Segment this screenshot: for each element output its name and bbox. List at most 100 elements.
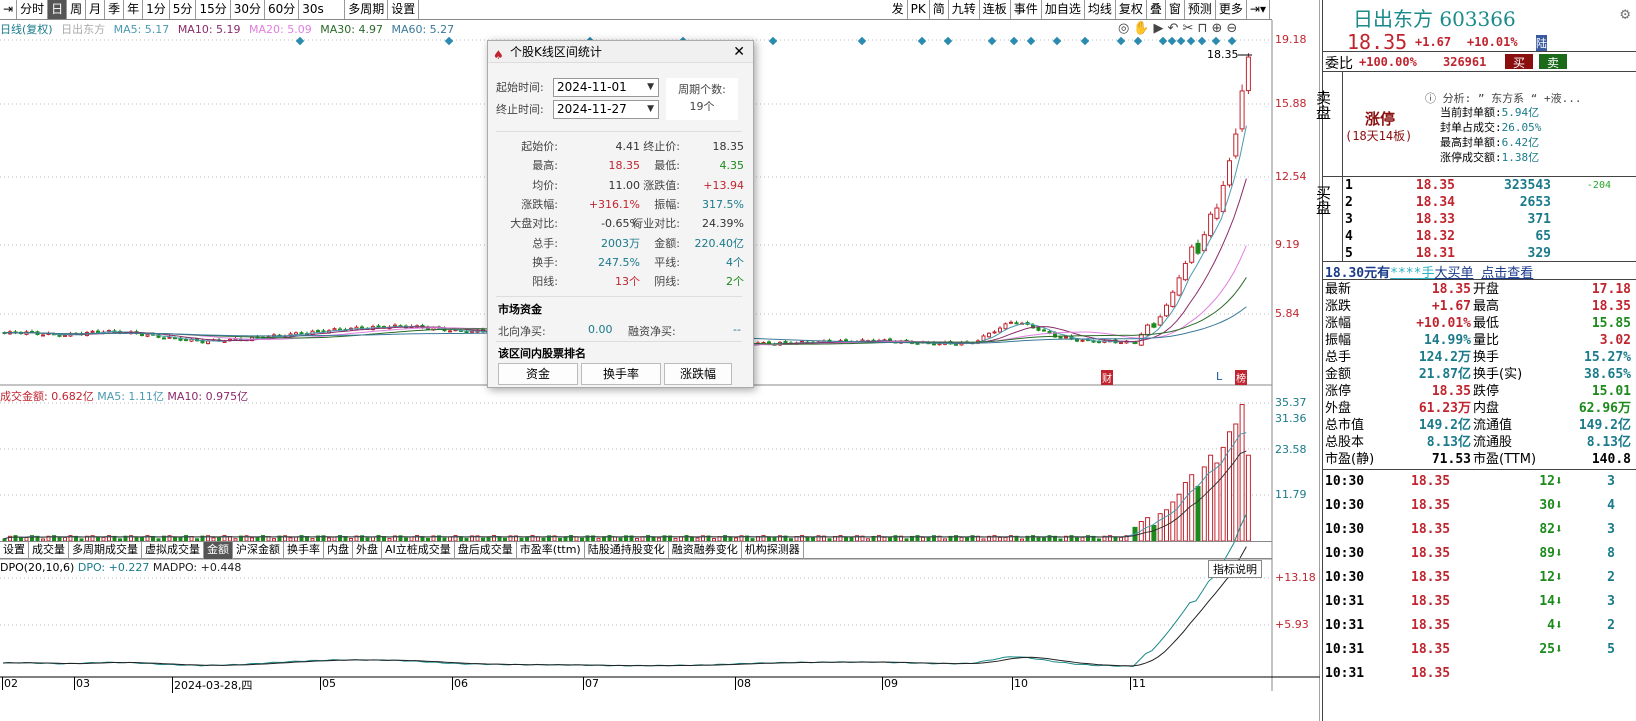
analysis-text[interactable]: ⓘ 分析: ” 东方系 “ +液...	[1425, 90, 1581, 106]
dpo-axis-label: +5.93	[1275, 618, 1309, 631]
rank-turnover-button[interactable]: 换手率	[581, 363, 661, 385]
date-tick: 03	[74, 677, 90, 690]
seal-label: 涨停成交额:	[1440, 151, 1502, 164]
bid-row[interactable]: 4 18.32 65	[1345, 228, 1635, 245]
down-arrow-icon: ⬇	[1555, 570, 1563, 585]
toolbar-button[interactable]: 发	[889, 0, 908, 19]
play-icon[interactable]: ▶	[1154, 21, 1168, 36]
quote-label: 涨跌	[1325, 299, 1352, 314]
target-icon[interactable]: ◎	[1118, 21, 1133, 36]
period-tab[interactable]: 季	[105, 0, 125, 19]
toolbar-button[interactable]: 连板	[980, 0, 1011, 19]
period-tab[interactable]: 1分	[143, 0, 170, 19]
indicator-tab[interactable]: 金额	[204, 542, 233, 559]
settings-gear-icon[interactable]: ⚙	[1620, 4, 1630, 23]
big-order-type: 大买单	[1434, 266, 1474, 281]
big-order-bar[interactable]: 18.30元有****手大买单 点击查看	[1323, 262, 1636, 281]
indicator-tab[interactable]: 机构探测器	[742, 542, 804, 559]
period-tab[interactable]: 15分	[196, 0, 231, 19]
period-tab[interactable]: 多周期	[345, 0, 389, 19]
dragon-tiger-marker[interactable]: 榜	[1235, 370, 1247, 385]
toolbar-button[interactable]: 更多	[1216, 0, 1247, 19]
period-tab[interactable]: 30分	[231, 0, 265, 19]
start-date-select[interactable]: 2024-11-01	[553, 78, 659, 97]
sell-button[interactable]: 卖	[1539, 54, 1567, 70]
event-marker-icon	[1186, 36, 1196, 46]
tick-price: 18.35	[1411, 642, 1451, 657]
indicator-tab[interactable]: 换手率	[284, 542, 324, 559]
market-funds-title: 市场资金	[498, 303, 542, 316]
collapse-icon[interactable]: ⇥	[0, 0, 18, 19]
toolbar-button[interactable]: 叠	[1147, 0, 1166, 19]
toolbar-button[interactable]: 事件	[1011, 0, 1042, 19]
period-tab[interactable]: 分时	[17, 0, 49, 19]
indicator-tab[interactable]: 内盘	[324, 542, 353, 559]
indicator-tab[interactable]: AI立桩成交量	[382, 542, 455, 559]
indicator-tab[interactable]: 沪深金额	[233, 542, 284, 559]
bid-price: 18.34	[1415, 195, 1455, 210]
indicator-tab[interactable]: 成交量	[29, 542, 69, 559]
zoom-out-icon[interactable]: ⊖	[1226, 21, 1241, 36]
toolbar-button[interactable]: 窗	[1166, 0, 1185, 19]
end-date-select[interactable]: 2024-11-27	[553, 100, 659, 119]
rank-funds-button[interactable]: 资金	[498, 363, 578, 385]
quote-label: 最新	[1325, 282, 1352, 297]
period-tab[interactable]: 月	[86, 0, 106, 19]
period-tab[interactable]: 年	[124, 0, 144, 19]
indicator-explain-button[interactable]: 指标说明	[1208, 560, 1262, 578]
toolbar-button[interactable]: 九转	[949, 0, 980, 19]
scissors-icon[interactable]: ✂	[1182, 21, 1197, 36]
undo-icon[interactable]: ↶	[1168, 21, 1183, 36]
indicator-tab[interactable]: 设置	[0, 542, 29, 559]
tick-count: 2	[1607, 618, 1615, 633]
expand-panel-icon[interactable]: ⇥▾	[1247, 0, 1270, 19]
close-icon[interactable]: ✕	[733, 41, 745, 63]
toolbar-button[interactable]: 预测	[1185, 0, 1216, 19]
bid-row[interactable]: 2 18.34 2653	[1345, 194, 1635, 211]
stat-value: 4.35	[719, 159, 745, 173]
candle	[1189, 246, 1195, 263]
seal-label: 封单占成交:	[1440, 121, 1502, 134]
period-tab[interactable]: 周	[67, 0, 87, 19]
bid-row[interactable]: 3 18.33 371	[1345, 211, 1635, 228]
financial-report-marker[interactable]: 财	[1101, 370, 1113, 385]
period-tab[interactable]: 30s	[299, 0, 346, 19]
indicator-tab[interactable]: 虚拟成交量	[142, 542, 204, 559]
down-arrow-icon: ⬇	[1555, 618, 1563, 633]
seal-value: 1.38亿	[1501, 151, 1540, 164]
l-marker[interactable]: L	[1216, 370, 1222, 383]
quote-value: 149.2亿	[1578, 418, 1631, 433]
toolbar-button[interactable]: 均线	[1085, 0, 1116, 19]
period-tab[interactable]: 5分	[170, 0, 197, 19]
dpo-info: DPO(20,10,6) DPO: +0.227 MADPO: +0.448	[0, 561, 241, 574]
indicator-tab[interactable]: 融资融券变化	[669, 542, 742, 559]
indicator-tab[interactable]: 陆股通持股变化	[585, 542, 669, 559]
indicator-tab[interactable]: 市盈率(ttm)	[517, 542, 585, 559]
toolbar-button[interactable]: PK	[908, 0, 930, 19]
candle	[1239, 90, 1245, 130]
rank-change-button[interactable]: 涨跌幅	[664, 363, 732, 385]
hand-icon[interactable]: ✋	[1133, 21, 1153, 36]
candle	[1151, 323, 1157, 328]
period-tab[interactable]: 设置	[388, 0, 420, 19]
toolbar-button[interactable]: 简	[930, 0, 949, 19]
zoom-in-icon[interactable]: ⊕	[1212, 21, 1227, 36]
tick-row: 10:30 18.35 30 ⬇ 4	[1323, 494, 1636, 518]
period-tab[interactable]: 60分	[265, 0, 300, 19]
buy-button[interactable]: 买	[1505, 54, 1533, 70]
date-tick: 11	[1130, 677, 1146, 690]
event-marker-icon	[857, 36, 867, 46]
indicator-tab[interactable]: 外盘	[353, 542, 382, 559]
big-order-view-link[interactable]: 点击查看	[1481, 266, 1533, 281]
period-tab[interactable]: 日	[48, 0, 68, 19]
toolbar-button[interactable]: 复权	[1116, 0, 1147, 19]
stat-value: 2个	[726, 275, 744, 289]
bid-row[interactable]: 5 18.31 329	[1345, 245, 1635, 262]
indicator-tab[interactable]: 盘后成交量	[455, 542, 517, 559]
lock-icon[interactable]: ⊓	[1197, 21, 1211, 36]
bid-row[interactable]: 1 18.35 323543 -204	[1345, 177, 1635, 194]
toolbar-button[interactable]: 加自选	[1042, 0, 1085, 19]
date-axis: 02 03 2024-03-28,四 05 06 07 08 09 10 11	[0, 677, 1272, 693]
dialog-title-bar[interactable]: ♠ 个股K线区间统计 ✕	[488, 41, 753, 63]
indicator-tab[interactable]: 多周期成交量	[69, 542, 142, 559]
